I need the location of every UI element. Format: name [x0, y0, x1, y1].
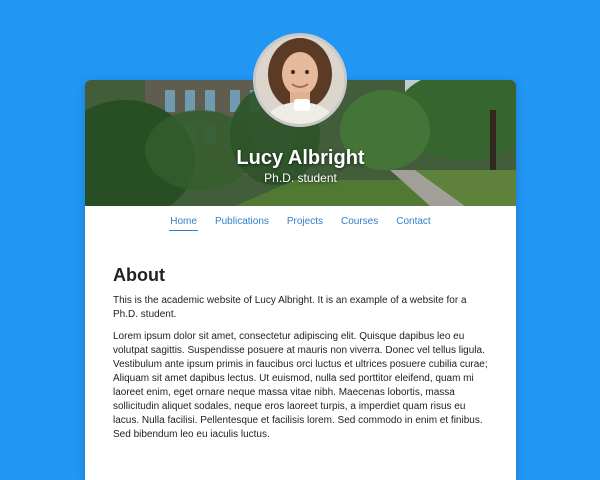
nav-home[interactable]: Home — [169, 214, 198, 231]
nav-publications[interactable]: Publications — [214, 214, 270, 231]
nav-projects[interactable]: Projects — [286, 214, 324, 231]
hero-text: Lucy Albright Ph.D. student — [85, 146, 516, 186]
nav-courses[interactable]: Courses — [340, 214, 379, 231]
about-paragraph-lorem: Lorem ipsum dolor sit amet, consectetur … — [113, 331, 488, 440]
about-paragraph-intro: This is the academic website of Lucy Alb… — [113, 295, 467, 320]
about-section: About This is the academic website of Lu… — [85, 231, 516, 442]
avatar — [253, 33, 347, 127]
nav-contact[interactable]: Contact — [395, 214, 431, 231]
avatar-photo — [256, 36, 344, 124]
profile-subtitle: Ph.D. student — [264, 171, 337, 185]
about-heading: About — [113, 265, 165, 285]
profile-card: Lucy Albright Ph.D. student Home Publica… — [85, 80, 516, 480]
top-navigation: Home Publications Projects Courses Conta… — [85, 214, 516, 231]
profile-name: Lucy Albright — [236, 147, 365, 169]
